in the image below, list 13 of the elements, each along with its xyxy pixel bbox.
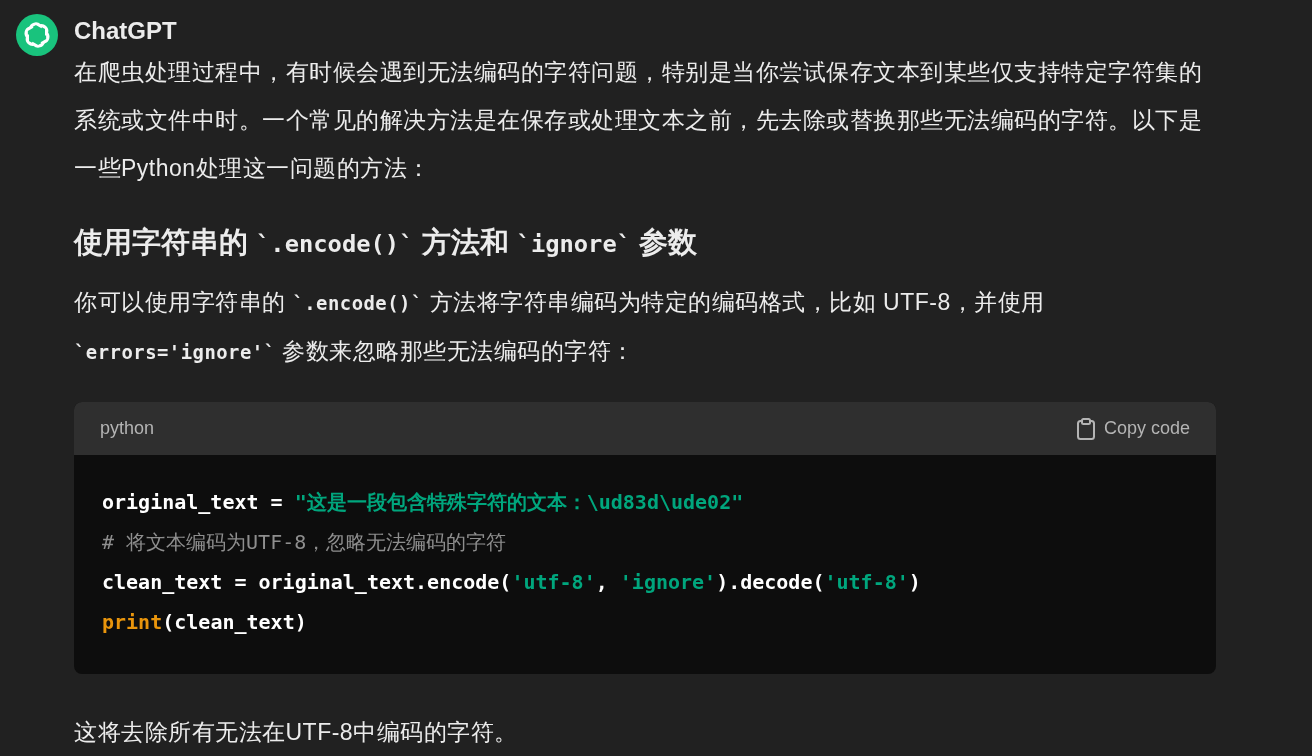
clipboard-icon (1076, 417, 1095, 440)
author-name: ChatGPT (74, 16, 177, 46)
code-line: # 将文本编码为UTF-8，忽略无法编码的字符 (102, 529, 507, 556)
message-paragraph: 你可以使用字符串的 `.encode()` 方法将字符串编码为特定的编码格式，比如 UTF-8，并使用 `errors='ignore'` 参数来忽略那些无法编码的字符： (74, 288, 1046, 366)
message-paragraph: 在爬虫处理过程中，有时候会遇到无法编码的字符问题，特别是当你尝试保存文本到某些仅支持特定字符集的系统或文件中时。一个常见的解决方法是在保存或处理文本之前，先去除或替换那些无法编码的字符。以下是一些Python处理这一问题的方法： (74, 58, 1203, 183)
message-paragraph: 这将去除所有无法在UTF-8中编码的字符。 (74, 718, 518, 747)
code-line: print(clean_text) (102, 609, 307, 636)
logo-icon (16, 14, 58, 56)
language-label: python (100, 418, 155, 439)
code-line: clean_text = original_text.encode('utf-8', 'ignore').decode('utf-8') (102, 569, 921, 596)
code-line: original_text = "这是一段包含特殊字符的文本：\ud83d\ude02" (102, 489, 744, 516)
section-heading: 使用字符串的 `.encode()` 方法和 `ignore` 参数 (74, 225, 698, 260)
copy-code-button[interactable]: Copy code (1076, 417, 1190, 440)
